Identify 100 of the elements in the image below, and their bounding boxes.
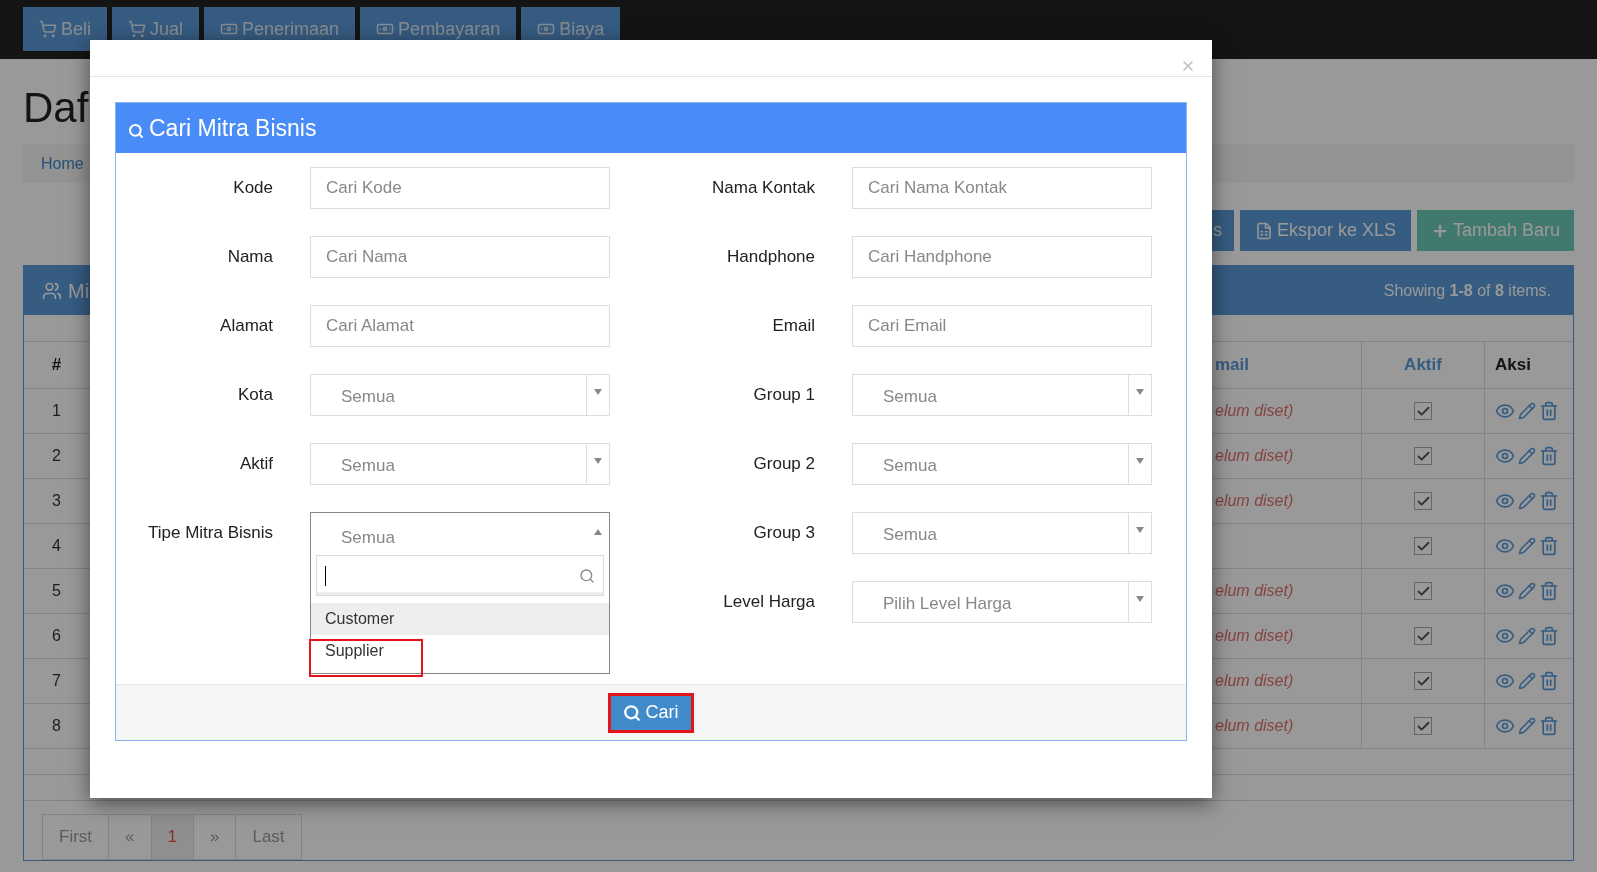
select-field[interactable]: Semua <box>852 512 1152 554</box>
select-field[interactable]: Semua <box>852 443 1152 485</box>
text-field[interactable]: Cari Nama <box>310 236 610 278</box>
checkbox[interactable] <box>1414 402 1432 420</box>
table-cell-text: 1 <box>52 401 61 421</box>
text-field[interactable]: Cari Email <box>852 305 1152 347</box>
checkbox[interactable] <box>1414 492 1432 510</box>
panel-title: Mi <box>68 278 90 304</box>
select-field[interactable]: Pilih Level Harga <box>852 581 1152 623</box>
checkbox[interactable] <box>1414 717 1432 735</box>
column-header: Aksi <box>1495 354 1531 377</box>
select-value: Semua <box>340 527 396 550</box>
cart-icon <box>128 20 146 38</box>
table-cell-text: elum diset) <box>1215 581 1294 601</box>
search-icon <box>579 567 595 584</box>
select-value: Semua <box>882 524 938 547</box>
field-label: Kode <box>232 177 273 200</box>
eye-icon[interactable] <box>1495 671 1515 691</box>
pencil-icon[interactable] <box>1518 717 1536 735</box>
caret-icon <box>594 389 602 395</box>
dropdown-search-field[interactable] <box>316 555 604 596</box>
trash-icon[interactable] <box>1539 446 1559 466</box>
eye-icon[interactable] <box>1495 446 1515 466</box>
pencil-icon[interactable] <box>1518 447 1536 465</box>
checkbox[interactable] <box>1414 447 1432 465</box>
trash-icon[interactable] <box>1539 491 1559 511</box>
text-field[interactable]: Cari Alamat <box>310 305 610 347</box>
action-button[interactable]: Tambah Baru <box>1417 210 1574 251</box>
checkbox[interactable] <box>1414 627 1432 645</box>
eye-icon[interactable] <box>1495 581 1515 601</box>
text-field[interactable]: Cari Nama Kontak <box>852 167 1152 209</box>
table-cell-text: elum diset) <box>1215 401 1294 421</box>
nav-tab[interactable]: Beli <box>23 7 107 51</box>
text-field[interactable]: Cari Kode <box>310 167 610 209</box>
text-cursor <box>325 565 326 586</box>
pencil-icon[interactable] <box>1518 582 1536 600</box>
dropdown-option[interactable]: Customer <box>311 603 609 635</box>
dropdown-list[interactable]: Semua Customer Supplier <box>310 512 610 674</box>
trash-icon[interactable] <box>1539 671 1559 691</box>
checkbox[interactable] <box>1414 672 1432 690</box>
table-cell-text: 5 <box>52 581 61 601</box>
pagination-button[interactable]: Last <box>235 814 302 860</box>
checkbox[interactable] <box>1414 582 1432 600</box>
column-header: # <box>51 354 62 377</box>
caret-icon <box>1136 596 1144 602</box>
table-cell-text: elum diset) <box>1215 716 1294 736</box>
eye-icon[interactable] <box>1495 401 1515 421</box>
field-label: Group 2 <box>752 453 815 476</box>
eye-icon[interactable] <box>1495 626 1515 646</box>
summary-text: Showing 1-8 of 8 items. <box>1383 280 1552 301</box>
column-header[interactable]: mail <box>1215 352 1250 378</box>
pencil-icon[interactable] <box>1518 627 1536 645</box>
trash-icon[interactable] <box>1539 536 1559 556</box>
action-button[interactable]: Ekspor ke XLS <box>1240 210 1411 251</box>
caret-icon <box>1136 527 1144 533</box>
pencil-icon[interactable] <box>1518 672 1536 690</box>
caret-icon <box>593 529 602 535</box>
select-value: Pilih Level Harga <box>882 593 1013 616</box>
field-label: Nama Kontak <box>711 177 815 200</box>
select-field[interactable]: Semua <box>310 374 610 416</box>
pagination-button[interactable]: » <box>193 814 237 860</box>
field-label: Nama <box>226 246 273 269</box>
cart-icon <box>39 20 57 38</box>
search-button[interactable]: Cari <box>608 692 694 733</box>
field-label: Alamat <box>219 315 273 338</box>
trash-icon[interactable] <box>1539 401 1559 421</box>
pencil-icon[interactable] <box>1518 492 1536 510</box>
search-icon <box>128 123 144 139</box>
pagination-button[interactable]: 1 <box>150 814 194 860</box>
table-cell-text: 6 <box>52 626 61 646</box>
trash-icon[interactable] <box>1539 716 1559 736</box>
trash-icon[interactable] <box>1539 626 1559 646</box>
trash-icon[interactable] <box>1539 581 1559 601</box>
table-cell-text: elum diset) <box>1215 446 1294 466</box>
pagination-button[interactable]: « <box>108 814 152 860</box>
select-field[interactable]: Semua <box>310 443 610 485</box>
breadcrumb-link[interactable]: Home <box>41 151 84 176</box>
table-cell-text: elum diset) <box>1215 671 1294 691</box>
search-icon <box>623 703 642 722</box>
column-header[interactable]: Aktif <box>1404 352 1442 378</box>
pagination-button[interactable]: First <box>42 814 110 860</box>
caret-icon <box>1136 458 1144 464</box>
table-cell-text: 4 <box>52 536 61 556</box>
eye-icon[interactable] <box>1495 536 1515 556</box>
eye-icon[interactable] <box>1495 491 1515 511</box>
select-value: Semua <box>340 455 396 478</box>
field-label: Kota <box>237 384 273 407</box>
panel-title: Cari Mitra Bisnis <box>149 113 317 143</box>
table-cell-text: 7 <box>52 671 61 691</box>
caret-icon <box>594 458 602 464</box>
eye-icon[interactable] <box>1495 716 1515 736</box>
select-value: Semua <box>882 455 938 478</box>
field-label: Tipe Mitra Bisnis <box>147 522 273 545</box>
pencil-icon[interactable] <box>1518 537 1536 555</box>
table-cell-text: 3 <box>52 491 61 511</box>
text-field[interactable]: Cari Handphone <box>852 236 1152 278</box>
pencil-icon[interactable] <box>1518 402 1536 420</box>
select-field[interactable]: Semua <box>852 374 1152 416</box>
file-icon <box>1254 221 1273 240</box>
checkbox[interactable] <box>1414 537 1432 555</box>
